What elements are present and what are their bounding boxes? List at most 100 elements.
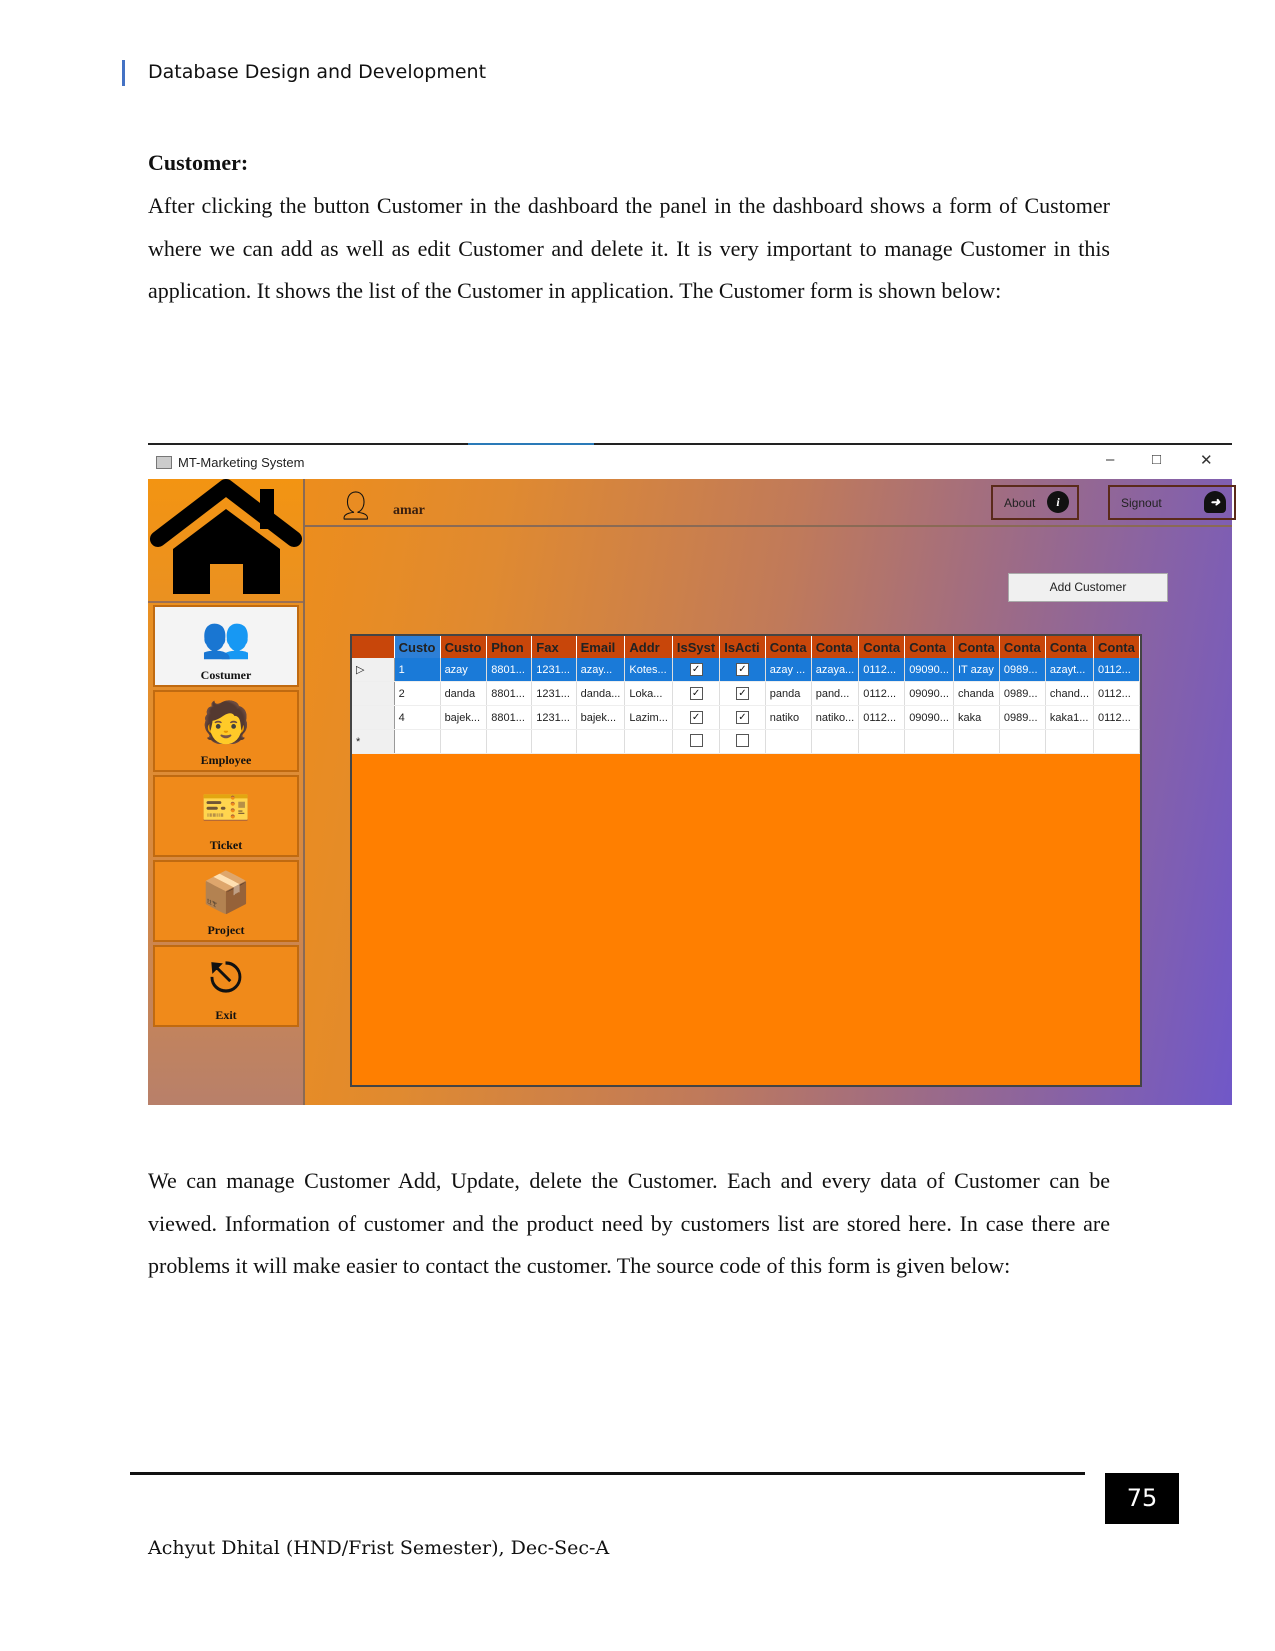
grid-cell[interactable]: 2 <box>394 681 441 706</box>
customer-grid[interactable]: Custo Custo Phon Fax Email Addr IsSyst IsActi Co… <box>350 634 1142 1087</box>
nav-employee-button[interactable]: 🧑 Employee <box>153 690 299 772</box>
grid-cell[interactable]: chand... <box>1045 681 1095 706</box>
grid-cell[interactable] <box>624 729 673 754</box>
grid-cell[interactable] <box>999 729 1046 754</box>
about-button[interactable]: About i <box>991 485 1079 520</box>
grid-cell[interactable]: azay... <box>576 658 626 682</box>
grid-cell[interactable]: 1 <box>394 658 441 682</box>
checkbox-cell[interactable]: ✓ <box>719 658 766 682</box>
grid-cell[interactable] <box>765 729 812 754</box>
unchecked-checkbox[interactable] <box>735 733 749 747</box>
new-row[interactable]: * <box>352 729 1140 754</box>
table-row[interactable]: 2 danda 8801... 1231... danda... Loka... ✓ ✓ pan… <box>352 681 1140 706</box>
table-row[interactable]: ▷ 1 azay 8801... 1231... azay... Kotes... ✓ ✓ aza… <box>352 658 1140 682</box>
grid-cell[interactable]: kaka <box>953 705 1000 730</box>
table-row[interactable]: 4 bajek... 8801... 1231... bajek... Lazim... ✓… <box>352 705 1140 730</box>
checked-checkbox[interactable]: ✓ <box>689 663 703 676</box>
nav-costumer-button[interactable]: 👥 Costumer <box>153 605 299 687</box>
grid-cell[interactable]: 0112... <box>1093 705 1140 730</box>
grid-cell[interactable]: IT azay <box>953 658 1000 682</box>
column-header[interactable]: Conta <box>999 636 1046 658</box>
checkbox-cell[interactable]: ✓ <box>672 658 721 682</box>
checkbox-cell[interactable] <box>719 729 766 754</box>
column-header[interactable]: Conta <box>1093 636 1140 658</box>
minimize-icon[interactable]: – <box>1106 451 1114 468</box>
column-header[interactable]: Conta <box>811 636 860 658</box>
checkbox-cell[interactable]: ✓ <box>719 681 766 706</box>
grid-cell[interactable]: 8801... <box>486 658 533 682</box>
grid-cell[interactable] <box>953 729 1000 754</box>
grid-cell[interactable]: kaka1... <box>1045 705 1095 730</box>
grid-cell[interactable]: 0112... <box>858 681 906 706</box>
grid-cell[interactable]: chanda <box>953 681 1000 706</box>
grid-cell[interactable]: panda <box>765 681 812 706</box>
row-selector[interactable] <box>352 705 395 730</box>
grid-cell[interactable]: danda <box>440 681 488 706</box>
grid-cell[interactable]: azay ... <box>765 658 812 682</box>
grid-cell[interactable]: 4 <box>394 705 441 730</box>
unchecked-checkbox[interactable] <box>689 733 703 747</box>
checked-checkbox[interactable]: ✓ <box>735 711 749 724</box>
maximize-icon[interactable]: □ <box>1152 451 1161 468</box>
grid-cell[interactable]: 09090... <box>904 658 954 682</box>
grid-cell[interactable]: Loka... <box>624 681 673 706</box>
grid-cell[interactable]: 8801... <box>486 681 533 706</box>
grid-cell[interactable]: 0112... <box>858 658 906 682</box>
nav-project-button[interactable]: 📦 Project <box>153 860 299 942</box>
add-customer-button[interactable]: Add Customer <box>1008 573 1168 602</box>
checked-checkbox[interactable]: ✓ <box>689 687 703 700</box>
column-header[interactable]: Addr <box>624 636 673 658</box>
column-header[interactable]: Conta <box>858 636 906 658</box>
grid-cell[interactable] <box>1093 729 1140 754</box>
checked-checkbox[interactable]: ✓ <box>735 687 749 700</box>
grid-cell[interactable] <box>440 729 488 754</box>
nav-exit-button[interactable]: ⎋ Exit <box>153 945 299 1027</box>
column-header[interactable]: Conta <box>765 636 812 658</box>
grid-cell[interactable]: 0112... <box>858 705 906 730</box>
grid-cell[interactable]: 0989... <box>999 705 1046 730</box>
grid-cell[interactable]: 1231... <box>531 658 577 682</box>
column-header[interactable]: Conta <box>1045 636 1095 658</box>
grid-cell[interactable]: danda... <box>576 681 626 706</box>
grid-cell[interactable]: 0989... <box>999 658 1046 682</box>
column-header[interactable]: IsSyst <box>672 636 721 658</box>
column-header[interactable]: Email <box>576 636 626 658</box>
signout-button[interactable]: Signout ➜ <box>1108 485 1236 520</box>
grid-cell[interactable]: Lazim... <box>624 705 673 730</box>
column-header[interactable]: Conta <box>904 636 954 658</box>
grid-cell[interactable]: natiko... <box>811 705 860 730</box>
column-header[interactable]: Custo <box>440 636 488 658</box>
checkbox-cell[interactable]: ✓ <box>672 705 721 730</box>
row-selector[interactable] <box>352 681 395 706</box>
checkbox-cell[interactable] <box>672 729 721 754</box>
grid-cell[interactable]: 0112... <box>1093 658 1140 682</box>
grid-cell[interactable] <box>531 729 577 754</box>
grid-cell[interactable]: pand... <box>811 681 860 706</box>
column-header[interactable]: Phon <box>486 636 533 658</box>
home-button[interactable] <box>148 479 303 603</box>
grid-cell[interactable]: 09090... <box>904 681 954 706</box>
close-icon[interactable]: ✕ <box>1200 451 1213 469</box>
grid-cell[interactable] <box>486 729 533 754</box>
grid-cell[interactable] <box>858 729 906 754</box>
checked-checkbox[interactable]: ✓ <box>689 711 703 724</box>
column-header[interactable]: Fax <box>531 636 577 658</box>
checked-checkbox[interactable]: ✓ <box>735 663 749 676</box>
column-header[interactable]: Conta <box>953 636 1000 658</box>
grid-cell[interactable]: 1231... <box>531 681 577 706</box>
checkbox-cell[interactable]: ✓ <box>719 705 766 730</box>
grid-cell[interactable]: 0989... <box>999 681 1046 706</box>
grid-cell[interactable]: 8801... <box>486 705 533 730</box>
grid-cell[interactable]: azay <box>440 658 488 682</box>
nav-ticket-button[interactable]: 🎫 Ticket <box>153 775 299 857</box>
grid-cell[interactable]: natiko <box>765 705 812 730</box>
column-header[interactable]: IsActi <box>719 636 766 658</box>
grid-cell[interactable]: azayt... <box>1045 658 1095 682</box>
checkbox-cell[interactable]: ✓ <box>672 681 721 706</box>
grid-cell[interactable]: azaya... <box>811 658 860 682</box>
grid-cell[interactable] <box>394 729 441 754</box>
grid-cell[interactable]: bajek... <box>440 705 488 730</box>
grid-cell[interactable] <box>576 729 626 754</box>
grid-cell[interactable]: 09090... <box>904 705 954 730</box>
grid-cell[interactable] <box>904 729 954 754</box>
